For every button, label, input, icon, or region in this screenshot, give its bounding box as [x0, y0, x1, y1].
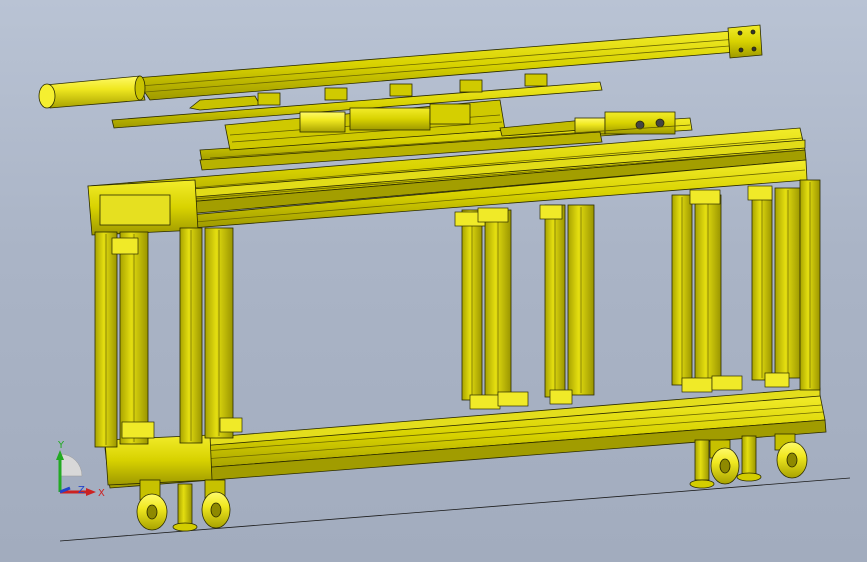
- x-axis-label: X: [98, 488, 105, 499]
- y-axis-label: Y: [57, 440, 65, 451]
- z-axis-label: Z: [78, 485, 85, 496]
- cad-viewport[interactable]: Y Z X: [0, 0, 867, 562]
- triad-plane-icon: [59, 453, 83, 477]
- x-axis-arrowhead-icon: [86, 488, 96, 496]
- conveyor-frame-model[interactable]: [0, 0, 867, 562]
- coordinate-triad: Y Z X: [56, 440, 105, 499]
